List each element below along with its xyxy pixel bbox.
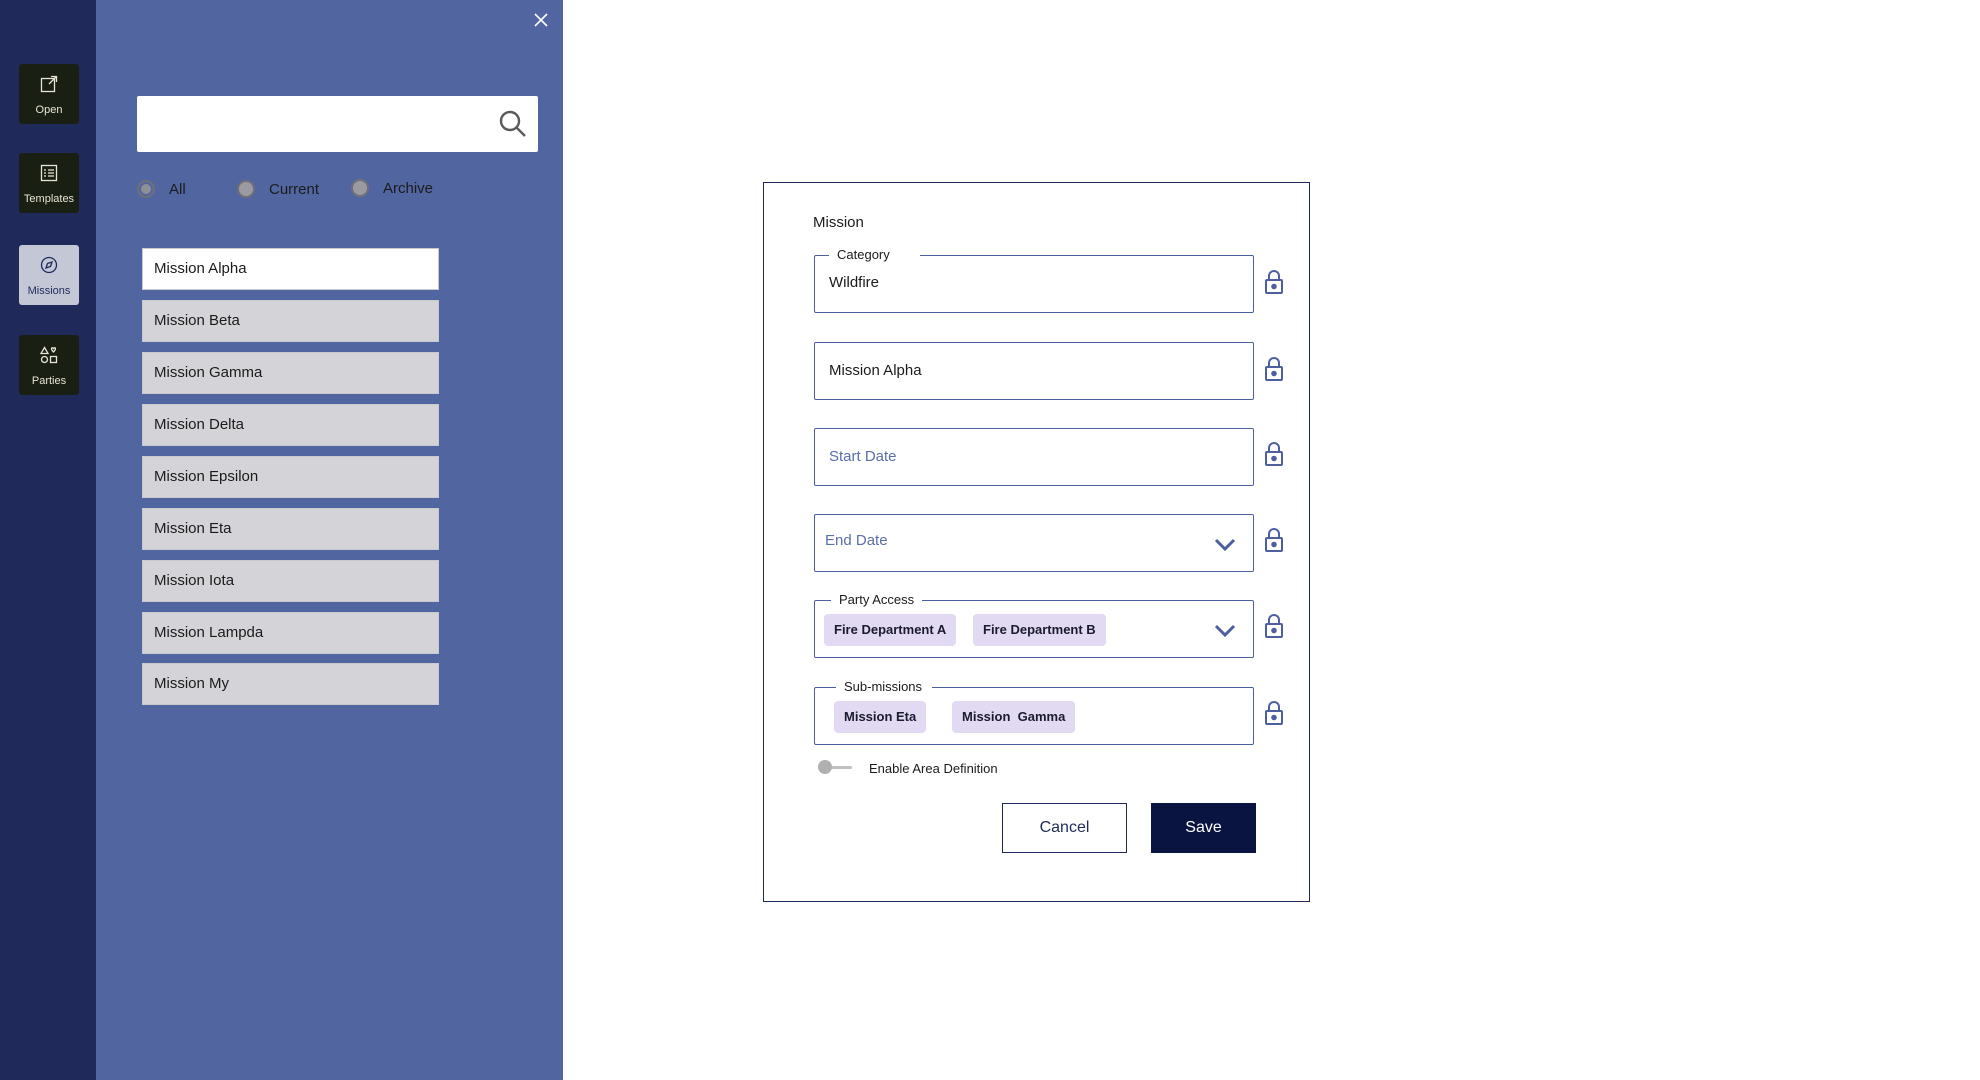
list-item[interactable]: Mission Alpha (142, 248, 439, 290)
list-item[interactable]: Mission Epsilon (142, 456, 439, 498)
search-input[interactable] (137, 96, 505, 152)
party-access-legend: Party Access (831, 592, 923, 608)
start-date-placeholder: Start Date (829, 448, 897, 465)
category-value: Wildfire (829, 274, 880, 291)
cancel-button[interactable]: Cancel (1002, 803, 1127, 853)
radio-label: Current (269, 180, 320, 198)
mission-name-field[interactable]: Mission Alpha (814, 342, 1254, 400)
list-item[interactable]: Mission Iota (142, 560, 439, 602)
radio-dot (351, 179, 369, 197)
lock-icon[interactable] (1264, 441, 1284, 467)
rail-item-templates[interactable]: Templates (19, 153, 79, 213)
start-date-field[interactable]: Start Date (814, 428, 1254, 486)
mission-form: Mission Category Wildfire Mission Alpha … (763, 182, 1310, 902)
rail-item-label: Open (35, 104, 63, 116)
rail-item-missions[interactable]: Missions (19, 245, 79, 305)
chevron-down-icon[interactable] (1213, 533, 1237, 557)
party-chip[interactable]: Fire Department A (824, 614, 957, 646)
end-date-field[interactable]: End Date (814, 514, 1254, 572)
lock-icon[interactable] (1264, 527, 1284, 553)
lock-icon[interactable] (1264, 269, 1284, 295)
rail-item-parties[interactable]: Parties (19, 335, 79, 395)
save-button[interactable]: Save (1151, 803, 1256, 853)
lock-icon[interactable] (1264, 356, 1284, 382)
template-icon (40, 164, 58, 182)
list-item[interactable]: Mission Delta (142, 404, 439, 446)
list-item[interactable]: Mission Lampda (142, 612, 439, 654)
rail-item-label: Templates (23, 193, 75, 205)
category-field[interactable]: Category Wildfire (814, 247, 1254, 313)
lock-icon[interactable] (1264, 613, 1284, 639)
filter-archive-radio[interactable]: Archive (351, 177, 433, 199)
sub-missions-legend: Sub-missions (836, 679, 933, 695)
area-definition-label: Enable Area Definition (869, 761, 998, 776)
toggle-knob (818, 760, 832, 774)
filter-current-radio[interactable]: Current (237, 178, 319, 200)
lock-icon[interactable] (1264, 700, 1284, 726)
rail-item-label: Parties (31, 375, 67, 387)
party-chip[interactable]: Fire Department B (973, 614, 1106, 646)
radio-label: Archive (383, 179, 434, 197)
rail-item-label: Missions (27, 285, 71, 297)
sub-mission-chip[interactable]: Mission Gamma (952, 701, 1076, 733)
radio-label: All (169, 180, 186, 198)
list-item[interactable]: Mission My (142, 663, 439, 705)
list-item[interactable]: Mission Gamma (142, 352, 439, 394)
list-item[interactable]: Mission Beta (142, 300, 439, 342)
radio-dot (237, 180, 255, 198)
party-access-field[interactable]: Party Access Fire Department A Fire Depa… (814, 592, 1254, 658)
category-legend: Category (829, 247, 920, 263)
filter-all-radio[interactable]: All (137, 178, 186, 200)
area-definition-toggle[interactable] (816, 760, 852, 774)
form-title: Mission (813, 214, 864, 231)
nav-rail: Open Templates Missions Parties (0, 0, 96, 1080)
close-icon[interactable] (531, 10, 551, 30)
missions-panel: All Current Archive Mission Alpha Missio… (96, 0, 563, 1080)
radio-dot (137, 180, 155, 198)
search-icon[interactable] (498, 109, 528, 139)
end-date-placeholder: End Date (825, 532, 888, 549)
mission-name-value: Mission Alpha (829, 362, 922, 379)
chevron-down-icon[interactable] (1213, 619, 1237, 643)
sub-mission-chip[interactable]: Mission Eta (834, 701, 927, 733)
compass-icon (40, 256, 58, 274)
shapes-icon (40, 346, 58, 364)
rail-item-open[interactable]: Open (19, 64, 79, 124)
list-item[interactable]: Mission Eta (142, 508, 439, 550)
sub-missions-field[interactable]: Sub-missions Mission Eta Mission Gamma (814, 679, 1254, 745)
search-box (137, 96, 538, 152)
external-link-icon (40, 75, 58, 93)
